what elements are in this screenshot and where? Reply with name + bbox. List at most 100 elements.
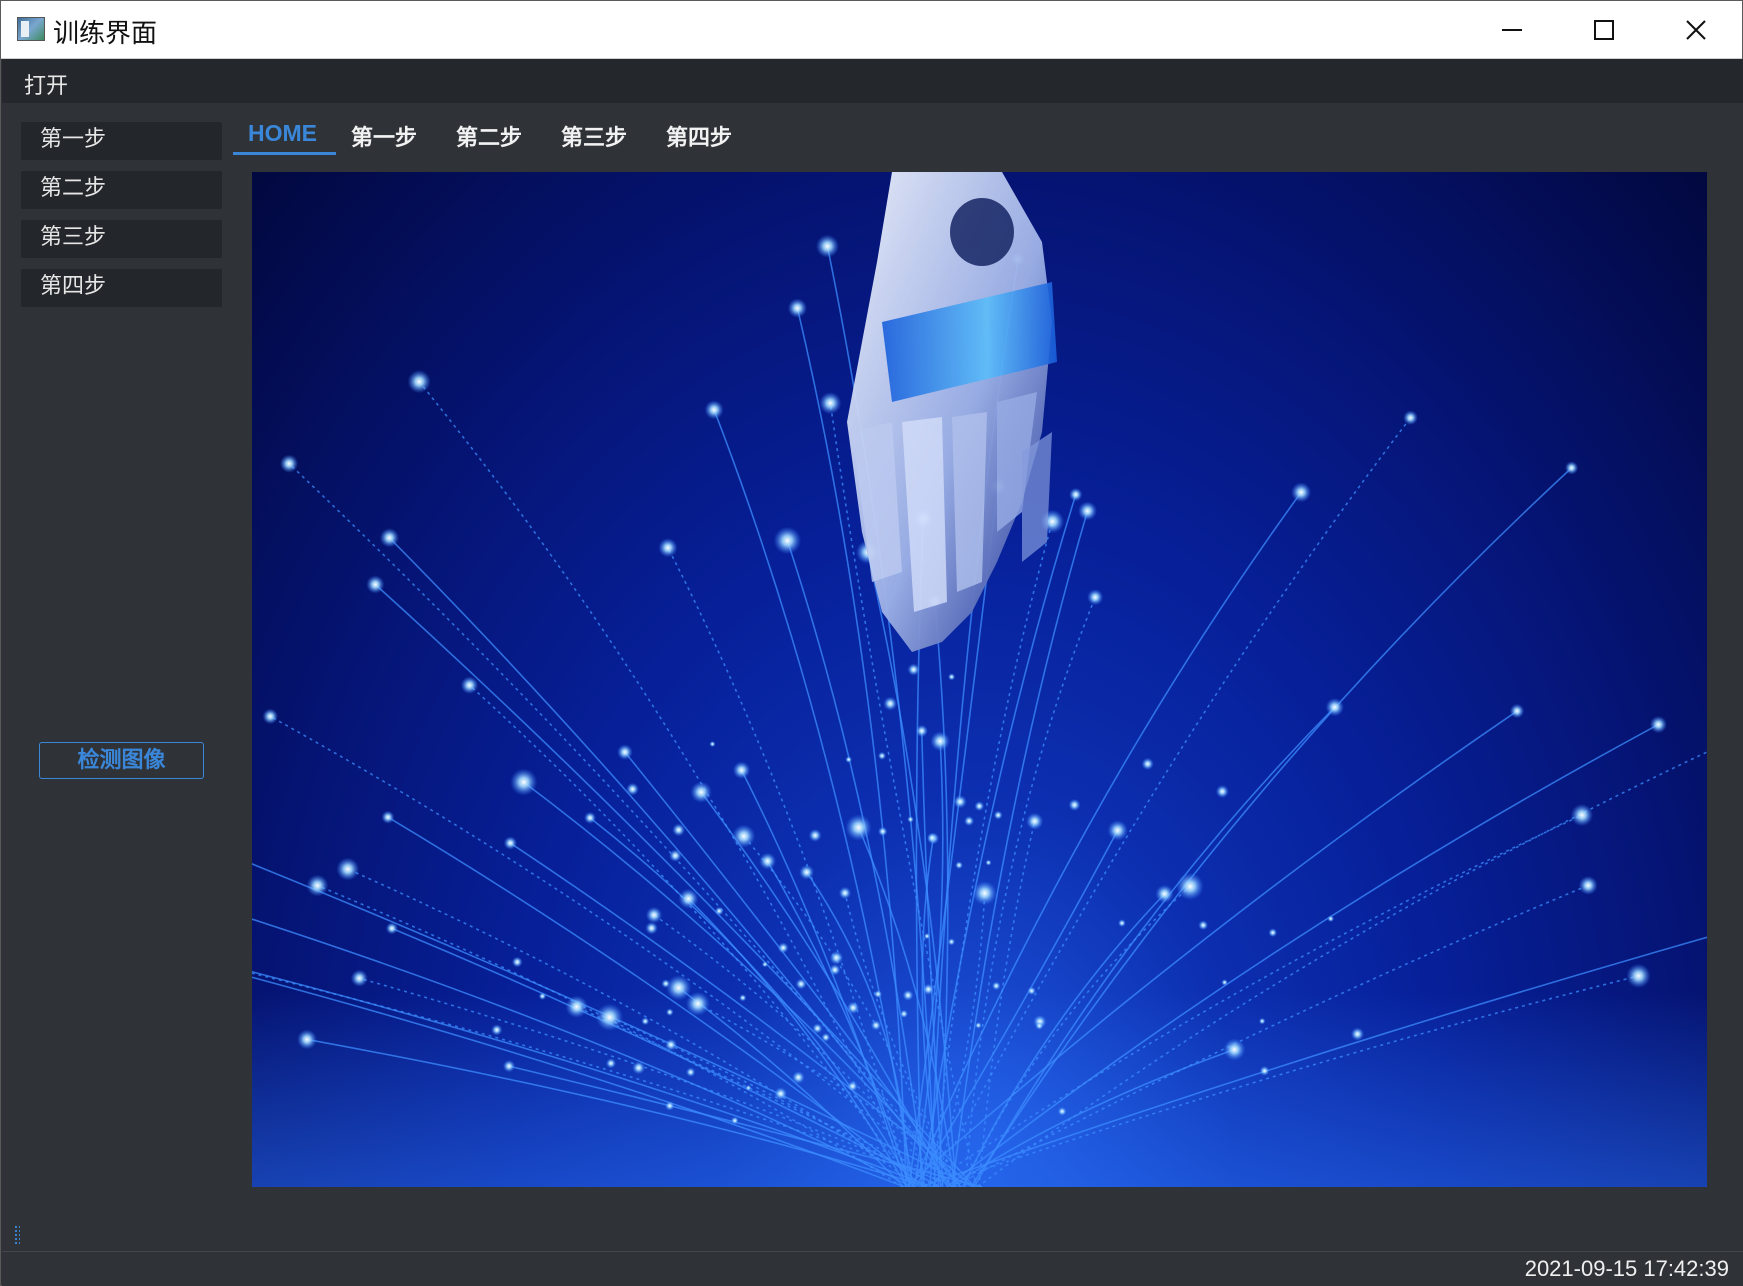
minimize-button[interactable] (1466, 1, 1558, 59)
glow-dot (955, 861, 964, 870)
glow-dot (1509, 703, 1525, 719)
close-button[interactable] (1650, 1, 1742, 59)
tab-step-4[interactable]: 第四步 (666, 120, 732, 156)
minimize-icon (1502, 29, 1522, 31)
glow-dot (1087, 589, 1104, 606)
status-datetime: 2021-09-15 17:42:39 (1524, 1256, 1729, 1281)
glow-dot (773, 526, 802, 555)
glow-dot (658, 538, 678, 558)
glow-dot (877, 751, 887, 760)
glow-dot (1259, 1065, 1270, 1076)
glow-dot (1221, 979, 1228, 986)
glow-dot (745, 1084, 752, 1091)
glow-dot (799, 864, 815, 880)
glow-dot (953, 795, 967, 809)
glow-dot (902, 989, 914, 1001)
glow-dot (678, 888, 699, 909)
glow-dot (821, 1032, 831, 1042)
glow-dot (815, 234, 840, 258)
glow-dot (927, 832, 937, 843)
glow-dot (665, 1008, 674, 1016)
glow-dot (379, 528, 400, 548)
sidebar-step-3-button[interactable]: 第三步 (21, 220, 222, 258)
glow-dot (759, 852, 777, 870)
glow-dot (605, 1058, 617, 1069)
detect-image-button[interactable]: 检测图像 (39, 742, 204, 779)
glow-dot (685, 1067, 696, 1077)
resize-grip-icon[interactable] (14, 1225, 20, 1245)
glow-dot (991, 981, 1001, 991)
glow-dot (1155, 884, 1174, 904)
glow-dot (510, 768, 538, 796)
glow-dot (1325, 697, 1344, 717)
window-title: 训练界面 (53, 19, 158, 49)
glow-dot (595, 1003, 624, 1031)
glow-dot (1057, 1106, 1067, 1116)
tab-home[interactable]: HOME (248, 120, 317, 156)
menu-open[interactable]: 打开 (24, 68, 68, 100)
glow-dot (350, 969, 368, 987)
maximize-icon (1594, 20, 1614, 40)
glow-dot (511, 956, 523, 968)
glow-dot (1564, 461, 1579, 475)
glow-dot (732, 761, 751, 779)
glow-dot (1215, 784, 1229, 799)
glow-dot (565, 995, 588, 1018)
close-icon (1686, 20, 1706, 40)
glow-dot (709, 740, 716, 748)
glow-dot (1026, 812, 1044, 830)
glow-dot (1077, 501, 1098, 521)
glow-dot (930, 731, 951, 752)
glow-dot (739, 994, 747, 1002)
glow-dot (1327, 915, 1335, 923)
glow-dot (730, 1116, 739, 1125)
glow-dot (1107, 820, 1128, 841)
glow-dot (922, 983, 935, 996)
glow-dot (632, 1061, 646, 1075)
glow-dot (915, 724, 928, 738)
glow-dot (664, 1101, 675, 1111)
sidebar-step-2-button[interactable]: 第二步 (21, 171, 222, 209)
glow-dot (669, 849, 682, 862)
main-area: 第一步 第二步 第三步 第四步 检测图像 HOME 第一步 第二步 第三步 第四… (2, 103, 1743, 1251)
app-window: 训练界面 打开 第一步 第二步 第三步 第四步 检测图像 HOME 第一步 第二… (0, 0, 1743, 1286)
glow-dot (812, 1023, 823, 1034)
glow-dot (838, 886, 852, 900)
glow-dot (617, 744, 633, 760)
glow-dot (714, 906, 724, 916)
tab-step-1[interactable]: 第一步 (351, 120, 417, 156)
glow-dot (262, 708, 279, 725)
glow-dot (808, 828, 822, 842)
status-bar: 2021-09-15 17:42:39 (2, 1251, 1743, 1286)
sidebar-step-1-button[interactable]: 第一步 (21, 122, 222, 160)
glow-dot (819, 391, 842, 415)
tab-step-3[interactable]: 第三步 (561, 120, 627, 156)
glow-dot (381, 810, 395, 824)
glow-dot (664, 1038, 678, 1051)
glow-dot (407, 369, 431, 394)
glow-dot (923, 932, 931, 940)
tab-step-2[interactable]: 第二步 (456, 120, 522, 156)
glow-dot (777, 942, 789, 954)
glow-dot (1069, 487, 1083, 502)
glow-dot (993, 810, 1003, 820)
glow-dot (1176, 872, 1204, 901)
glow-dot (672, 823, 686, 837)
image-display (252, 172, 1707, 1187)
glow-dot (1141, 757, 1154, 771)
glow-dot (491, 1024, 503, 1036)
glow-dot (661, 979, 671, 989)
maximize-button[interactable] (1558, 1, 1650, 59)
glow-dot (502, 1059, 516, 1073)
menu-bar: 打开 (2, 59, 1743, 103)
glow-dot (846, 1001, 860, 1015)
glow-dot (870, 1020, 882, 1031)
glow-dot (877, 826, 888, 837)
sidebar-step-4-button[interactable]: 第四步 (21, 269, 222, 307)
glow-dot (972, 880, 997, 906)
glow-dot (845, 814, 872, 841)
glow-dot (761, 961, 768, 968)
glow-dot (792, 1071, 805, 1084)
glow-dot (385, 922, 398, 935)
glow-dot (873, 989, 883, 999)
